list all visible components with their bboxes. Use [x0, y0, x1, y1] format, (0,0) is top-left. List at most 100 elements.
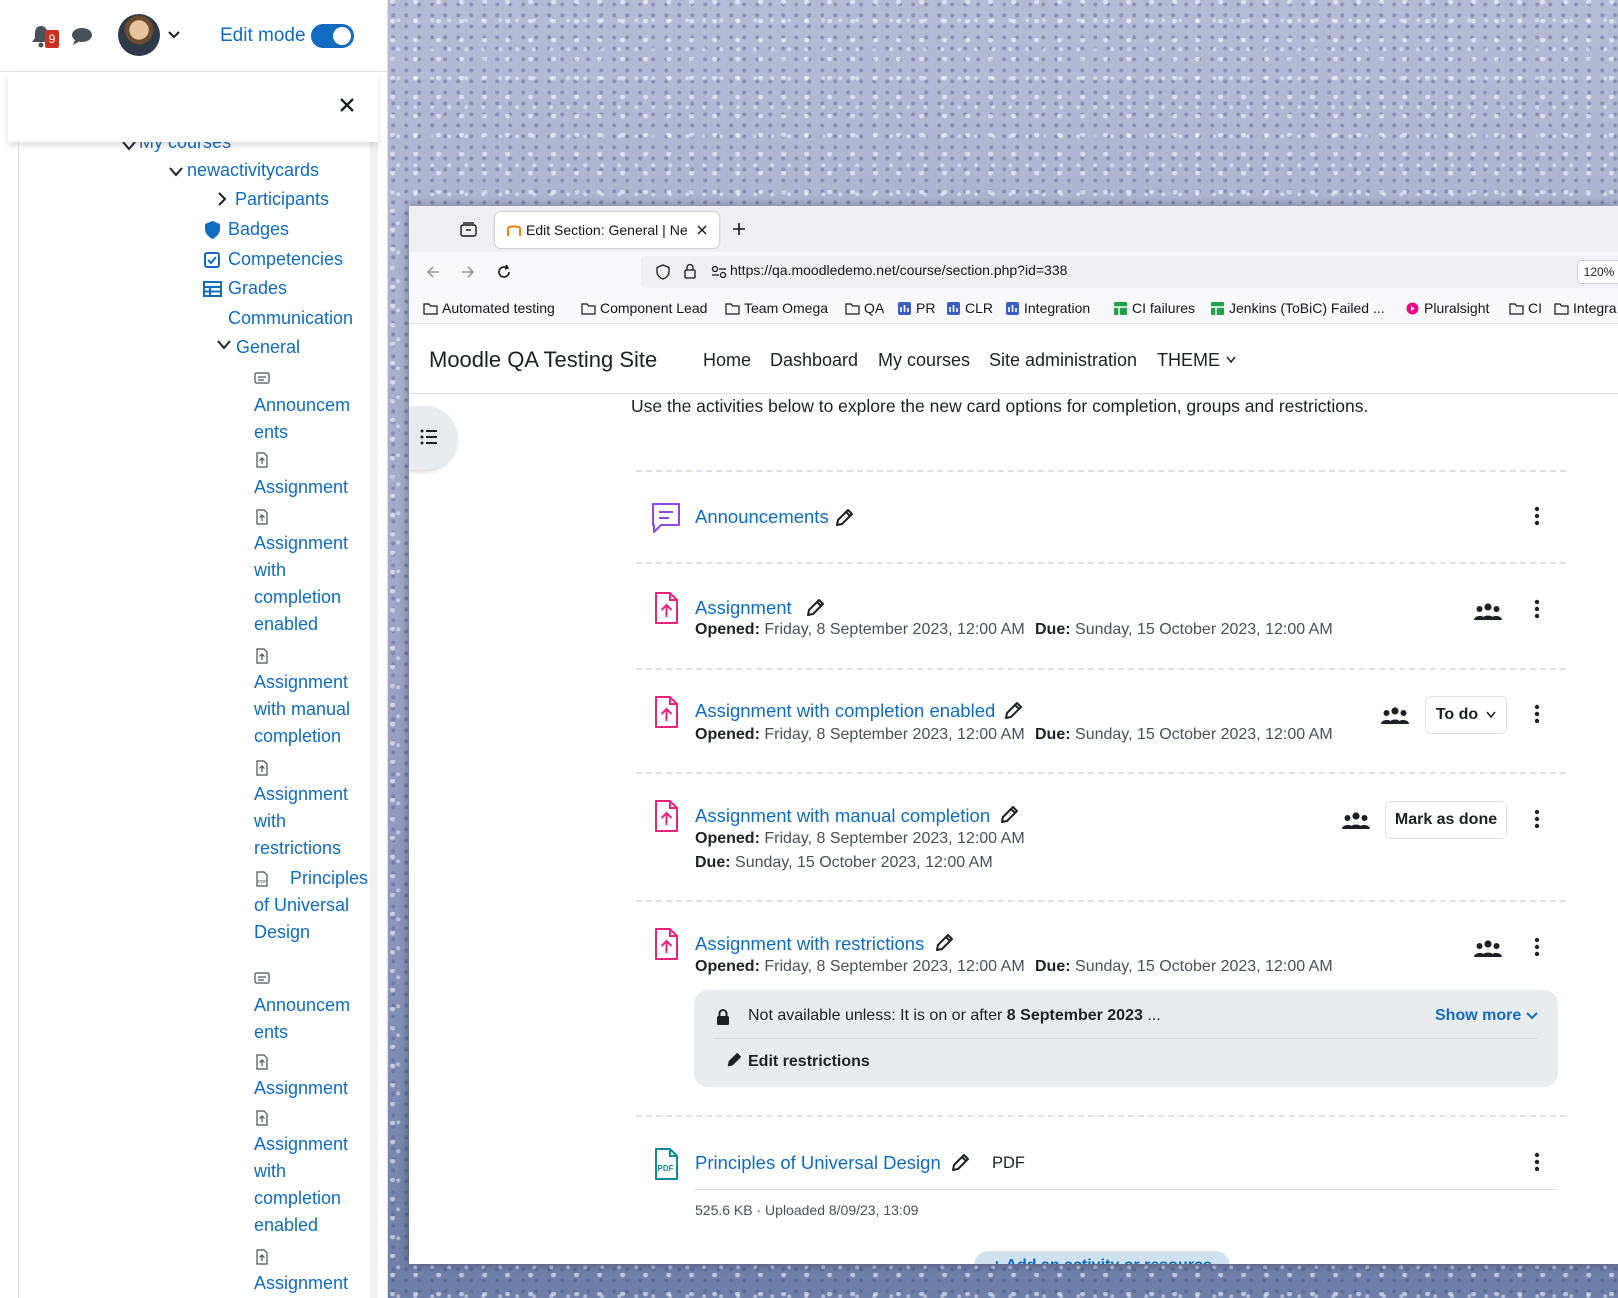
nav-activity[interactable]: Assignment	[254, 1270, 364, 1297]
bookmark-folder[interactable]: Integra	[1554, 300, 1617, 316]
menu-theme[interactable]: THEME	[1157, 350, 1236, 371]
bookmark-link[interactable]: Jenkins (ToBiC) Failed ...	[1210, 300, 1385, 316]
reload-icon[interactable]	[496, 264, 512, 280]
kebab-menu-icon[interactable]	[1534, 704, 1540, 724]
tab-list-icon[interactable]	[460, 222, 477, 237]
url-text[interactable]: https://qa.moodledemo.net/course/section…	[730, 262, 1067, 278]
menu-site-administration[interactable]: Site administration	[989, 350, 1137, 371]
group-icon[interactable]	[1474, 602, 1502, 622]
chevron-right-icon[interactable]	[217, 192, 227, 206]
nav-activity[interactable]: Assignment with completion enabled	[254, 1131, 364, 1239]
plus-icon[interactable]	[731, 221, 747, 237]
chevron-down-icon[interactable]	[217, 340, 231, 350]
avatar[interactable]	[118, 14, 160, 56]
group-icon[interactable]	[1342, 811, 1370, 831]
forward-arrow-icon[interactable]	[460, 264, 476, 280]
pencil-icon[interactable]	[805, 598, 825, 618]
kebab-menu-icon[interactable]	[1534, 937, 1540, 957]
nav-activity[interactable]: Assignment with restrictions	[254, 781, 364, 862]
add-activity-button[interactable]: + Add an activity or resource	[974, 1251, 1230, 1264]
nav-activity[interactable]: Assignment with completion enabled	[254, 530, 364, 638]
tab-title: Edit Section: General | Ne	[526, 222, 688, 238]
kebab-menu-icon[interactable]	[1534, 599, 1540, 619]
pencil-icon[interactable]	[999, 805, 1019, 825]
nav-activity[interactable]: Announcem ents	[254, 392, 364, 446]
forum-icon	[254, 372, 270, 384]
open-course-index-button[interactable]	[409, 406, 457, 470]
nav-course[interactable]: newactivitycards	[187, 157, 319, 184]
menu-my-courses[interactable]: My courses	[878, 350, 970, 371]
back-arrow-icon[interactable]	[425, 264, 441, 280]
drawer-header	[8, 72, 378, 142]
shield-icon[interactable]	[656, 264, 670, 280]
nav-communication[interactable]: Communication	[228, 305, 353, 332]
bookmark-link[interactable]: PR	[897, 300, 935, 316]
assignment-icon	[655, 928, 678, 960]
bookmark-link[interactable]: CLR	[946, 300, 993, 316]
chevron-down-icon[interactable]	[168, 30, 180, 40]
chevron-down-icon[interactable]	[169, 167, 183, 177]
bookmark-link[interactable]: Integration	[1005, 300, 1090, 316]
menu-dashboard[interactable]: Dashboard	[770, 350, 858, 371]
bookmark-folder[interactable]: Team Omega	[725, 300, 828, 316]
user-navbar: 9 Edit mode	[0, 0, 388, 72]
group-icon[interactable]	[1474, 939, 1502, 959]
nav-activity[interactable]: Principles of Universal Design	[254, 865, 378, 946]
nav-my-courses[interactable]: My courses	[139, 142, 231, 156]
kebab-menu-icon[interactable]	[1534, 506, 1540, 526]
nav-competencies[interactable]: Competencies	[228, 246, 343, 273]
pdf-file-icon: PDF	[655, 1148, 678, 1180]
edit-restrictions-link[interactable]: Edit restrictions	[726, 1052, 870, 1071]
menu-home[interactable]: Home	[703, 350, 751, 371]
chevron-down-icon	[1486, 711, 1496, 719]
bookmark-folder[interactable]: CI	[1509, 300, 1542, 316]
bookmark-folder[interactable]: QA	[845, 300, 884, 316]
chat-icon[interactable]	[71, 27, 93, 45]
pencil-icon[interactable]	[950, 1153, 970, 1173]
forum-icon	[652, 503, 680, 533]
activity-title[interactable]: Assignment	[695, 597, 792, 619]
kebab-menu-icon[interactable]	[1534, 1152, 1540, 1172]
bookmark-link[interactable]: CI failures	[1113, 300, 1195, 316]
bookmark-folder[interactable]: Automated testing	[423, 300, 555, 316]
activity-title[interactable]: Assignment with manual completion	[695, 805, 990, 827]
scrollbar[interactable]	[370, 142, 378, 1298]
activity-title[interactable]: Announcements	[695, 506, 829, 528]
sheet-icon	[1211, 302, 1224, 315]
chevron-down-icon[interactable]	[122, 142, 136, 151]
group-icon[interactable]	[1381, 706, 1409, 726]
bookmark-folder[interactable]: Component Lead	[581, 300, 707, 316]
show-more-link[interactable]: Show more	[1435, 1007, 1538, 1025]
pencil-icon[interactable]	[1003, 701, 1023, 721]
mark-as-done-button[interactable]: Mark as done	[1385, 801, 1507, 839]
nav-activity[interactable]: Assignment	[254, 474, 364, 501]
tab-active[interactable]: Edit Section: General | Ne	[495, 212, 719, 248]
nav-activity[interactable]: Assignment	[254, 1075, 364, 1102]
nav-activity[interactable]: Announcem ents	[254, 992, 364, 1046]
site-name[interactable]: Moodle QA Testing Site	[429, 347, 657, 373]
nav-activity[interactable]: Assignment with manual completion	[254, 669, 364, 750]
bookmark-link[interactable]: Pluralsight	[1405, 300, 1489, 316]
restriction-box: Not available unless: It is on or after …	[694, 990, 1558, 1087]
edit-mode-toggle[interactable]	[311, 24, 354, 48]
zoom-level-badge[interactable]: 120%	[1577, 260, 1618, 284]
close-icon[interactable]	[696, 224, 708, 236]
activity-dates: Due: Sunday, 15 October 2023, 12:00 AM	[1035, 726, 1333, 743]
course-index-tree: My courses newactivitycards Participants…	[18, 142, 378, 1298]
activity-title[interactable]: Assignment with completion enabled	[695, 700, 995, 722]
pencil-icon[interactable]	[834, 508, 854, 528]
nav-grades[interactable]: Grades	[228, 275, 287, 302]
jira-icon	[947, 302, 960, 315]
activity-title[interactable]: Principles of Universal Design	[695, 1152, 941, 1174]
close-icon[interactable]	[338, 96, 356, 114]
nav-section-general[interactable]: General	[236, 334, 300, 361]
lock-icon[interactable]	[684, 263, 696, 279]
completion-dropdown-button[interactable]: To do	[1425, 696, 1507, 734]
kebab-menu-icon[interactable]	[1534, 809, 1540, 829]
activity-title[interactable]: Assignment with restrictions	[695, 933, 924, 955]
permissions-icon[interactable]	[711, 265, 727, 279]
pencil-icon[interactable]	[934, 933, 954, 953]
folder-icon	[581, 303, 596, 315]
nav-participants[interactable]: Participants	[235, 186, 329, 213]
nav-badges[interactable]: Badges	[228, 216, 289, 243]
